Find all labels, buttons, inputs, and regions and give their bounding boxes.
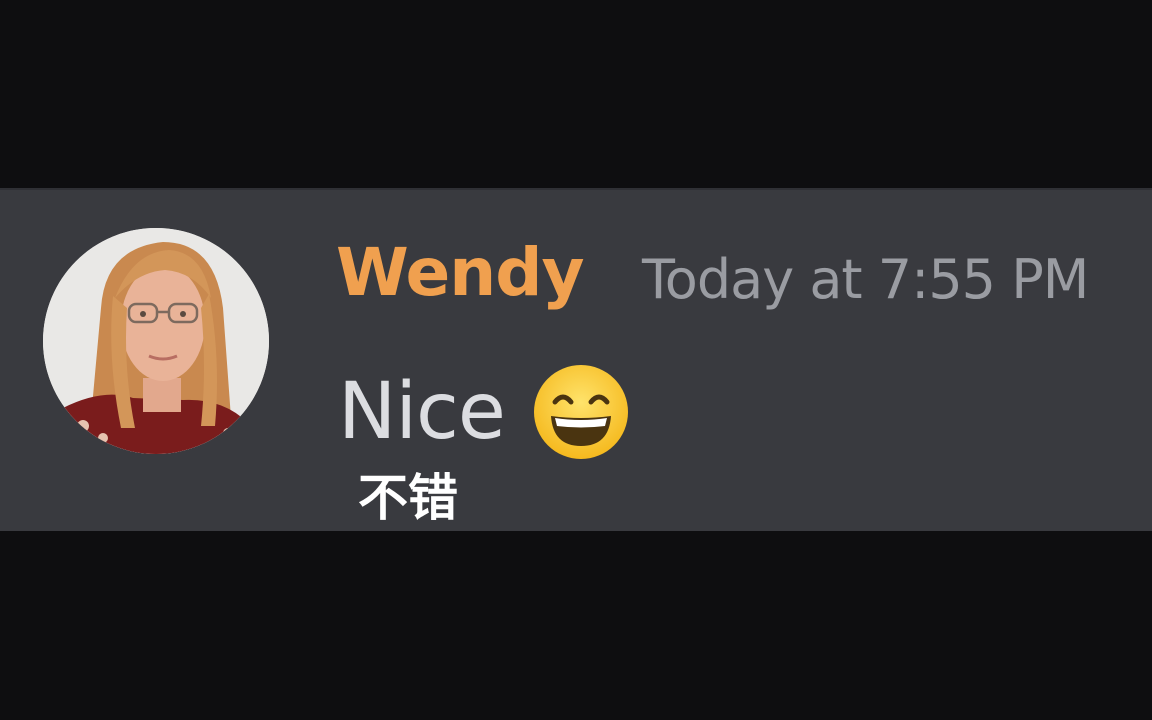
- message-content: Nice: [338, 362, 631, 462]
- author-name[interactable]: Wendy: [336, 228, 584, 318]
- avatar[interactable]: [43, 228, 269, 454]
- message-text: Nice: [338, 367, 506, 457]
- chat-message: Wendy Today at 7:55 PM Nice 不错: [0, 188, 1152, 531]
- subtitle-caption: 不错: [358, 469, 458, 527]
- video-frame: Wendy Today at 7:55 PM Nice 不错: [0, 0, 1152, 720]
- grinning-face-with-smiling-eyes-icon: [531, 362, 631, 462]
- avatar-photo: [43, 228, 269, 454]
- message-timestamp: Today at 7:55 PM: [642, 248, 1089, 311]
